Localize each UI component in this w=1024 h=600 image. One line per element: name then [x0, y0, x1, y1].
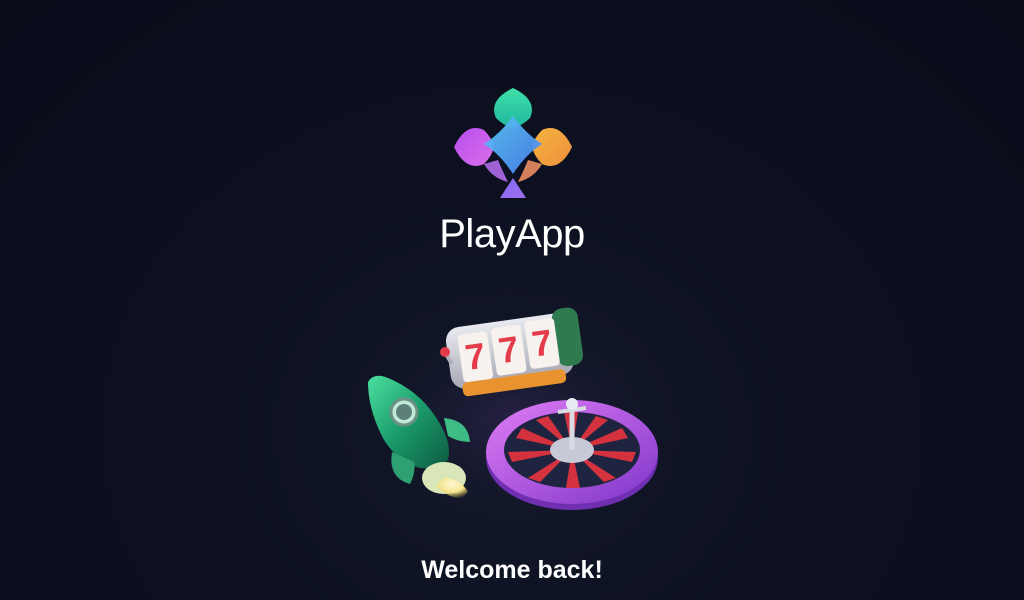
app-logo — [452, 86, 574, 202]
club-logo-icon — [454, 88, 572, 198]
app-title: PlayApp — [439, 212, 585, 256]
welcome-message: Welcome back! — [421, 556, 603, 584]
games-illustration: 7 7 7 — [340, 292, 700, 532]
splash-screen: PlayApp 7 7 7 Welcome back! — [0, 0, 1024, 600]
